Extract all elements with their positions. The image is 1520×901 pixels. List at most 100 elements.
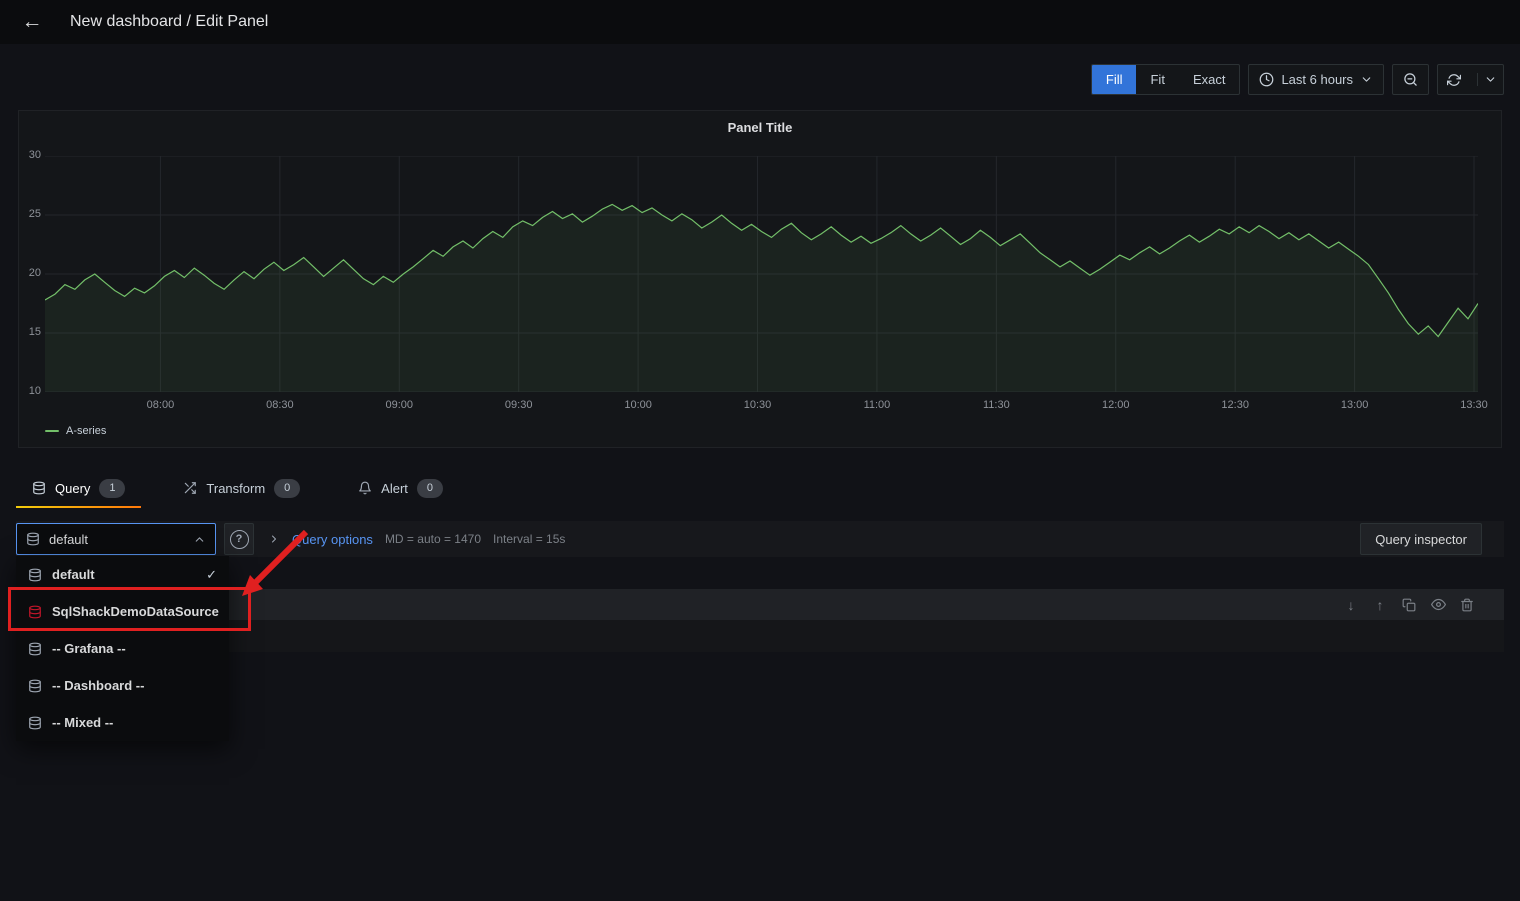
datasource-dropdown-menu: default ✓ SqlShackDemoDataSource -- Graf… xyxy=(16,556,229,741)
refresh-button[interactable] xyxy=(1438,73,1470,87)
trash-icon xyxy=(1460,598,1474,612)
view-mode-exact-button[interactable]: Exact xyxy=(1179,65,1240,94)
database-icon xyxy=(28,642,42,656)
x-tick-label: 13:30 xyxy=(1452,399,1496,411)
x-tick-label: 12:30 xyxy=(1213,399,1257,411)
datasource-value: default xyxy=(49,532,88,547)
legend-item-a-series[interactable]: A-series xyxy=(45,425,106,437)
query-options-label: Query options xyxy=(292,532,373,547)
check-icon: ✓ xyxy=(206,567,217,583)
datasource-help-button[interactable]: ? xyxy=(224,523,254,555)
tab-query[interactable]: Query 1 xyxy=(16,468,141,508)
y-tick-label: 10 xyxy=(21,385,41,397)
x-tick-label: 11:30 xyxy=(974,399,1018,411)
tab-label: Transform xyxy=(206,481,265,496)
editor-tabs: Query 1 Transform 0 Alert 0 xyxy=(16,468,459,508)
zoom-out-icon xyxy=(1403,72,1418,87)
move-query-down-button[interactable]: ↓ xyxy=(1340,594,1362,616)
option-label: default xyxy=(52,567,95,582)
arrow-up-icon: ↑ xyxy=(1377,597,1384,613)
arrow-down-icon: ↓ xyxy=(1348,597,1355,613)
chevron-up-icon xyxy=(193,533,206,546)
query-options-bar: default ? Query options MD = auto = 1470… xyxy=(16,521,1504,557)
eye-icon xyxy=(1431,597,1446,612)
chevron-right-icon xyxy=(268,533,280,545)
y-tick-label: 20 xyxy=(21,267,41,279)
breadcrumb: New dashboard / Edit Panel xyxy=(70,13,268,31)
tab-alert[interactable]: Alert 0 xyxy=(342,468,459,508)
shuffle-icon xyxy=(183,481,197,495)
back-button[interactable]: ← xyxy=(16,6,48,38)
datasource-option-dashboard[interactable]: -- Dashboard -- xyxy=(16,667,229,704)
database-icon xyxy=(32,481,46,495)
time-range-label: Last 6 hours xyxy=(1281,72,1353,87)
arrow-left-icon: ← xyxy=(22,10,43,34)
delete-query-button[interactable] xyxy=(1456,594,1478,616)
query-row-header: ↓ ↑ xyxy=(16,589,1504,620)
datasource-option-grafana[interactable]: -- Grafana -- xyxy=(16,630,229,667)
x-tick-label: 11:00 xyxy=(855,399,899,411)
refresh-button-group xyxy=(1437,64,1504,95)
bell-icon xyxy=(358,481,372,495)
max-data-points-text: MD = auto = 1470 xyxy=(385,532,481,546)
tab-transform[interactable]: Transform 0 xyxy=(167,468,316,508)
grafana-edit-panel: ← New dashboard / Edit Panel Fill Fit Ex… xyxy=(0,0,1520,901)
x-tick-label: 10:30 xyxy=(736,399,780,411)
datasource-option-sqlshackdemodatasource[interactable]: SqlShackDemoDataSource xyxy=(16,593,229,630)
help-icon: ? xyxy=(230,530,249,549)
datasource-option-mixed[interactable]: -- Mixed -- xyxy=(16,704,229,741)
timeseries-plot[interactable] xyxy=(45,156,1478,392)
option-label: SqlShackDemoDataSource xyxy=(52,604,219,619)
view-mode-group: Fill Fit Exact xyxy=(1091,64,1241,95)
copy-icon xyxy=(1402,598,1416,612)
x-tick-label: 12:00 xyxy=(1094,399,1138,411)
alert-count-badge: 0 xyxy=(417,479,443,498)
panel-title: Panel Title xyxy=(19,120,1501,135)
x-tick-label: 09:30 xyxy=(497,399,541,411)
x-tick-label: 13:00 xyxy=(1333,399,1377,411)
chevron-down-icon xyxy=(1360,73,1373,86)
x-tick-label: 08:00 xyxy=(138,399,182,411)
database-icon xyxy=(28,679,42,693)
database-icon xyxy=(28,716,42,730)
active-tab-underline xyxy=(16,506,141,508)
clock-icon xyxy=(1259,72,1274,87)
datasource-picker[interactable]: default xyxy=(16,523,216,555)
x-tick-label: 09:00 xyxy=(377,399,421,411)
query-options-toggle[interactable]: Query options MD = auto = 1470 Interval … xyxy=(268,521,565,557)
option-label: -- Grafana -- xyxy=(52,641,126,656)
database-icon xyxy=(26,532,40,546)
interval-text: Interval = 15s xyxy=(493,532,565,546)
refresh-interval-dropdown[interactable] xyxy=(1477,73,1503,86)
datasource-option-default[interactable]: default ✓ xyxy=(16,556,229,593)
transform-count-badge: 0 xyxy=(274,479,300,498)
panel-preview: Panel Title 10 15 20 25 30 08:00 08:30 09:00 09… xyxy=(18,110,1502,448)
option-label: -- Dashboard -- xyxy=(52,678,144,693)
series-color-swatch xyxy=(45,430,59,432)
tab-label: Query xyxy=(55,481,90,496)
refresh-icon xyxy=(1447,73,1461,87)
tab-label: Alert xyxy=(381,481,408,496)
x-tick-label: 08:30 xyxy=(258,399,302,411)
panel-toolbar: Fill Fit Exact Last 6 hours xyxy=(1091,64,1504,95)
zoom-out-button[interactable] xyxy=(1392,64,1429,95)
top-nav: ← New dashboard / Edit Panel xyxy=(0,0,1520,44)
sql-datasource-icon xyxy=(28,605,42,619)
view-mode-fill-button[interactable]: Fill xyxy=(1092,65,1137,94)
time-range-picker[interactable]: Last 6 hours xyxy=(1248,64,1384,95)
y-tick-label: 15 xyxy=(21,326,41,338)
query-inspector-button[interactable]: Query inspector xyxy=(1360,523,1482,555)
database-icon xyxy=(28,568,42,582)
chevron-down-icon xyxy=(1484,73,1497,86)
query-count-badge: 1 xyxy=(99,479,125,498)
y-tick-label: 30 xyxy=(21,149,41,161)
y-tick-label: 25 xyxy=(21,208,41,220)
move-query-up-button[interactable]: ↑ xyxy=(1369,594,1391,616)
query-editor-body xyxy=(16,620,1504,652)
option-label: -- Mixed -- xyxy=(52,715,113,730)
x-tick-label: 10:00 xyxy=(616,399,660,411)
view-mode-fit-button[interactable]: Fit xyxy=(1136,65,1178,94)
series-name: A-series xyxy=(66,425,106,437)
duplicate-query-button[interactable] xyxy=(1398,594,1420,616)
disable-query-button[interactable] xyxy=(1427,594,1449,616)
